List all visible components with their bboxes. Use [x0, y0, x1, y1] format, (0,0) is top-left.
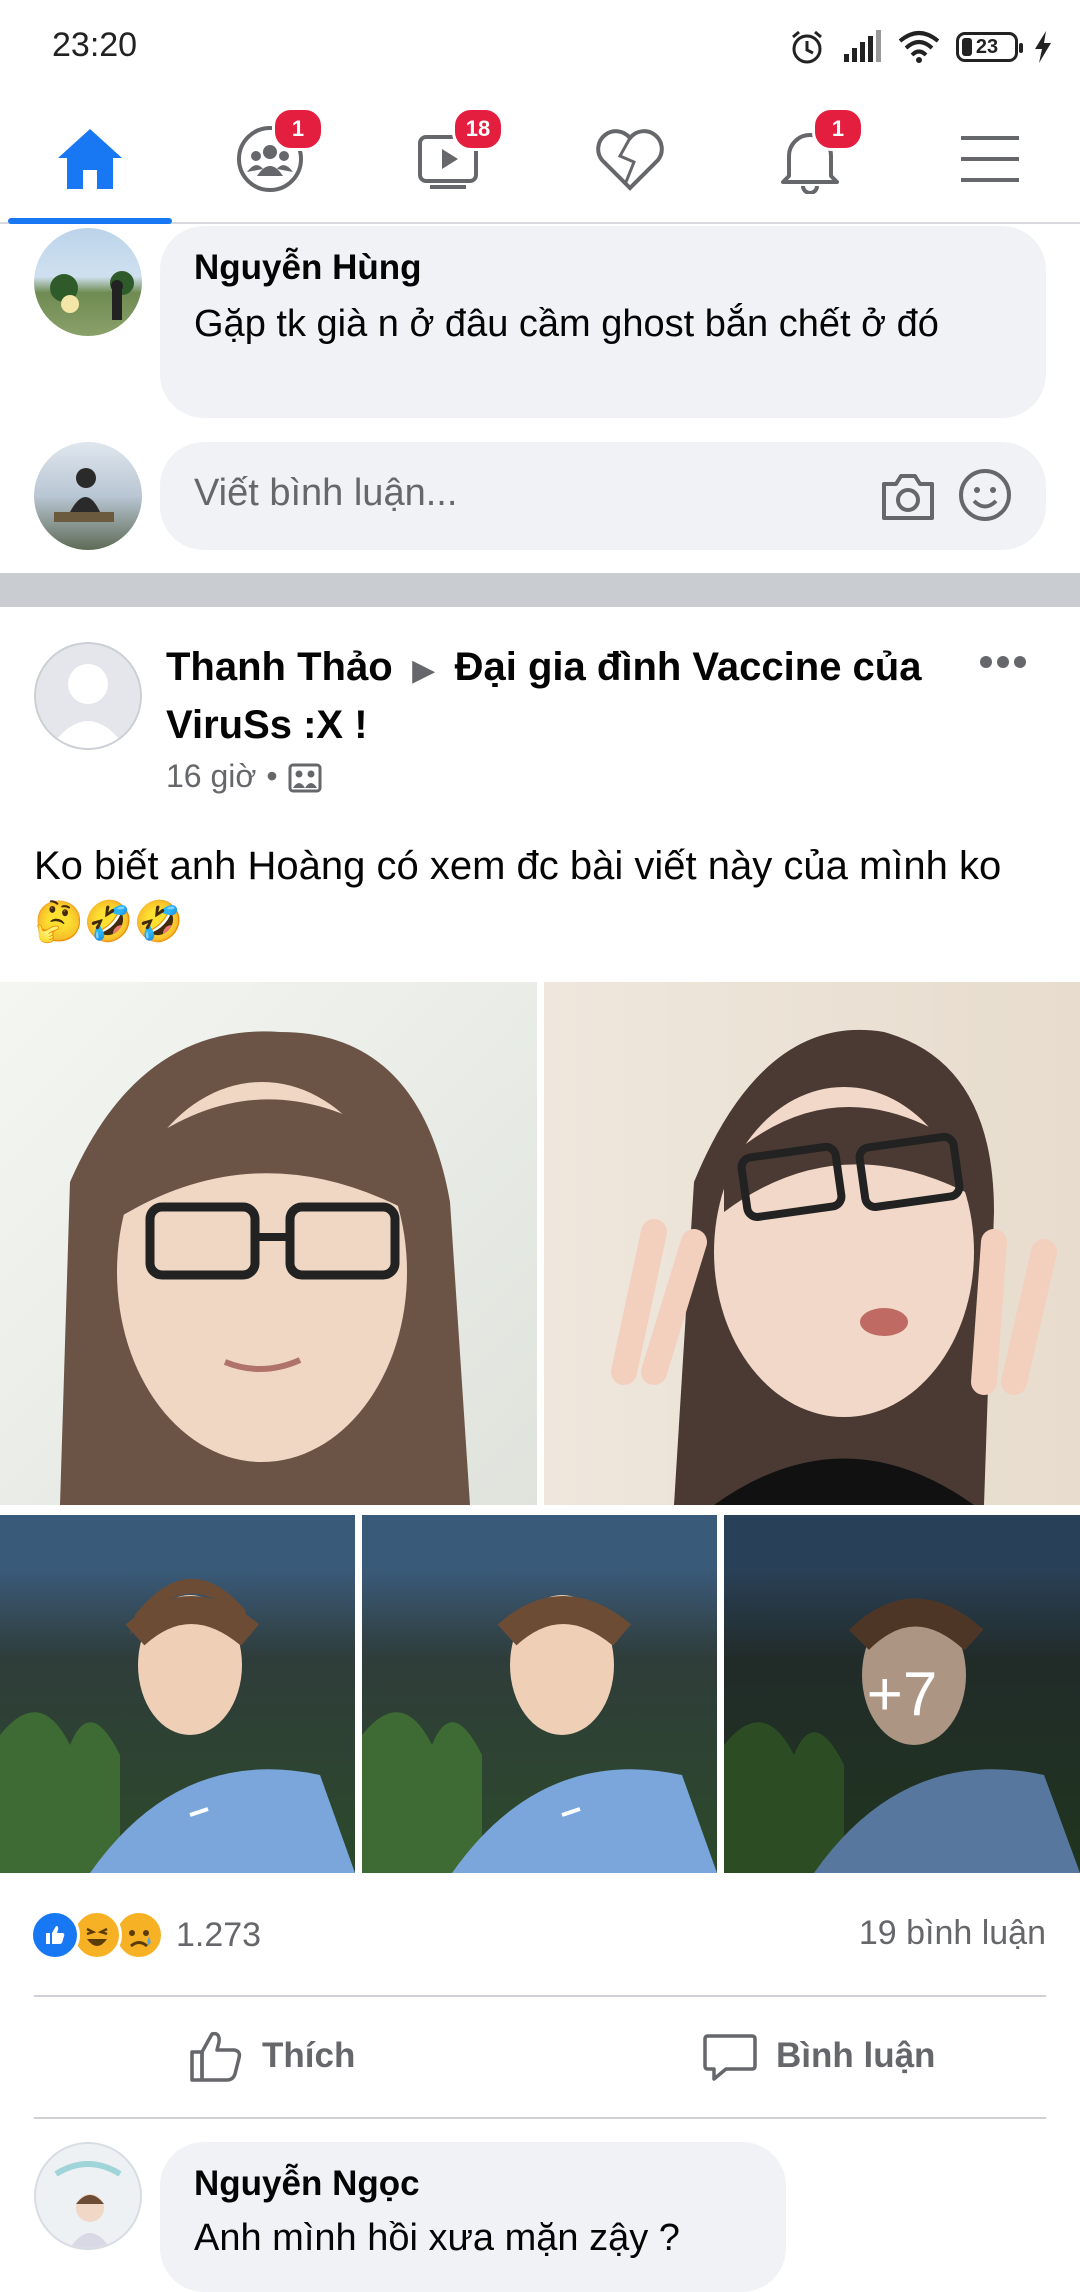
- comment-author[interactable]: Nguyễn Ngọc: [194, 2164, 420, 2204]
- post-photo-2[interactable]: [544, 982, 1080, 1505]
- wifi-icon: [898, 31, 940, 63]
- comment-bubble: Nguyễn Ngọc Anh mình hồi xưa mặn zậy ?: [160, 2142, 786, 2292]
- post-photo-4[interactable]: [362, 1515, 717, 1873]
- status-icons: 23: [788, 24, 1052, 70]
- comment-author[interactable]: Nguyễn Hùng: [194, 248, 421, 288]
- comment-text: Anh mình hồi xưa mặn zậy ?: [194, 2217, 680, 2259]
- groups-badge: 1: [272, 107, 324, 151]
- more-options-icon[interactable]: [978, 652, 1028, 672]
- emoji-icon[interactable]: [958, 468, 1012, 522]
- comment-avatar-photo: [54, 2161, 122, 2248]
- post-author-name[interactable]: Thanh Thảo: [166, 645, 393, 689]
- notifications-badge: 1: [812, 107, 864, 151]
- avatar-photo: [50, 271, 134, 320]
- battery-icon: 23: [956, 32, 1023, 62]
- my-avatar-photo: [54, 468, 114, 522]
- default-avatar-icon: [50, 664, 126, 748]
- top-navigation: 1 18 1: [0, 95, 1080, 224]
- photo-4-content: [362, 1595, 717, 1873]
- arrow-right-icon: ▶: [403, 654, 444, 687]
- post-meta: 16 giờ •: [166, 758, 322, 795]
- like-reaction-icon: [30, 1910, 80, 1960]
- avatar[interactable]: [34, 228, 142, 336]
- home-icon: [58, 128, 122, 189]
- reactions-count: 1.273: [176, 1915, 262, 1954]
- camera-icon[interactable]: [880, 470, 936, 522]
- comment-avatar[interactable]: [34, 2142, 142, 2250]
- tab-notifications[interactable]: 1: [720, 95, 900, 222]
- tab-home[interactable]: [0, 95, 180, 224]
- photo-1-content: [60, 1031, 470, 1505]
- post-author-avatar[interactable]: [34, 642, 142, 750]
- my-avatar: [34, 442, 142, 550]
- more-photos-count: +7: [866, 1659, 938, 1729]
- meta-separator: •: [266, 758, 278, 794]
- status-time: 23:20: [52, 26, 138, 64]
- like-label: Thích: [262, 2036, 356, 2075]
- photo-3-content: [0, 1578, 355, 1873]
- comment-text: Gặp tk già n ở đâu cầm ghost bắn chết ở …: [194, 303, 939, 345]
- post-photo-3[interactable]: [0, 1515, 355, 1873]
- actions-divider-top: [34, 1995, 1046, 1997]
- thumbs-up-icon: [190, 2031, 242, 2082]
- signal-icon: [844, 30, 881, 62]
- comment-button[interactable]: Bình luận: [702, 2028, 935, 2084]
- post-text: Ko biết anh Hoàng có xem đc bài viết này…: [34, 844, 1002, 944]
- photo-2-content: [611, 1029, 1057, 1505]
- group-privacy-icon: [288, 763, 322, 792]
- charging-icon: [1035, 31, 1051, 63]
- post-photo-1[interactable]: [0, 982, 537, 1505]
- tab-dating[interactable]: [540, 95, 720, 222]
- comments-count[interactable]: 19 bình luận: [859, 1914, 1046, 1953]
- tab-groups[interactable]: 1: [180, 95, 360, 222]
- feed-divider: [0, 573, 1080, 607]
- like-button[interactable]: Thích: [188, 2028, 355, 2084]
- active-tab-indicator: [8, 218, 172, 224]
- comment-input-placeholder: Viết bình luận...: [194, 472, 458, 514]
- comment-label: Bình luận: [776, 2036, 936, 2075]
- comment-icon: [703, 2034, 757, 2081]
- post-header-title: Thanh Thảo ▶ Đại gia đình Vaccine của Vi…: [166, 640, 926, 752]
- comment-bubble: Nguyễn Hùng Gặp tk già n ở đâu cầm ghost…: [160, 226, 1046, 418]
- alarm-icon: [792, 30, 822, 64]
- post-time[interactable]: 16 giờ: [166, 758, 256, 795]
- tab-menu[interactable]: [900, 95, 1080, 222]
- post-photo-5[interactable]: +7: [724, 1515, 1080, 1873]
- reactions-summary[interactable]: 1.273: [30, 1910, 261, 1960]
- tab-watch[interactable]: 18: [360, 95, 540, 222]
- comment-input[interactable]: Viết bình luận...: [160, 442, 1046, 550]
- heart-icon: [596, 128, 664, 191]
- status-bar: 23:20 23: [0, 0, 1080, 95]
- watch-badge: 18: [452, 107, 504, 151]
- hamburger-icon: [961, 135, 1019, 182]
- battery-level: 23: [975, 35, 999, 58]
- actions-divider-bottom: [34, 2117, 1046, 2119]
